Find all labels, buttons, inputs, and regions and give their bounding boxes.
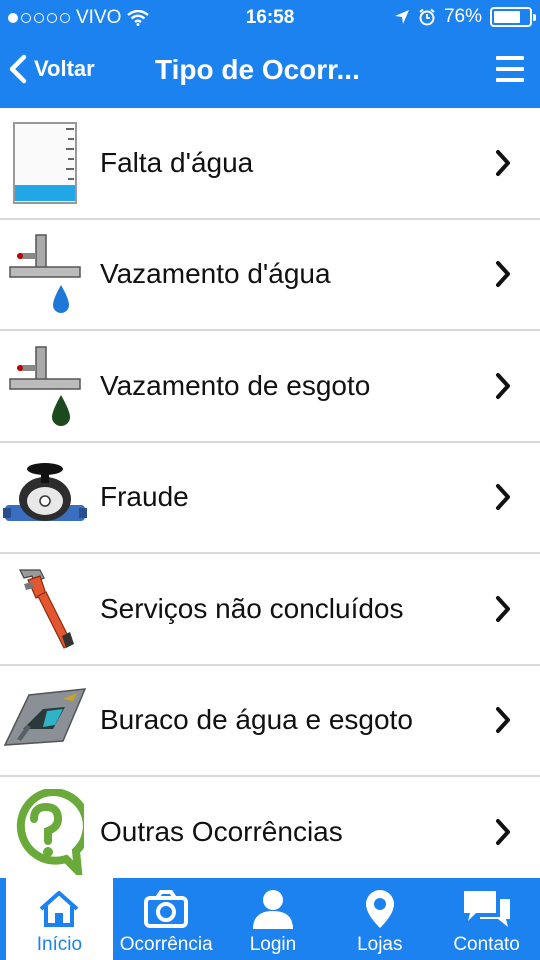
location-pin-icon (365, 890, 394, 928)
occurrence-type-list: Falta d'água Vazamento d'água Vazamento … (0, 108, 540, 878)
list-item-label: Outras Ocorrências (100, 815, 343, 847)
page-title: Tipo de Ocorr... (155, 54, 360, 85)
tab-label: Início (36, 934, 83, 955)
road-hole-icon (0, 665, 90, 776)
alarm-clock-icon (419, 8, 435, 26)
status-right: 76% (394, 6, 536, 28)
list-item-label: Serviços não concluídos (100, 592, 404, 624)
user-icon (252, 890, 293, 929)
tab-label: Lojas (357, 934, 403, 955)
list-item-vazamento-de-esgoto[interactable]: Vazamento de esgoto (0, 331, 540, 443)
hamburger-line (496, 78, 524, 82)
header: VIVO 16:58 76% Voltar Tipo de Ocorr... (0, 0, 540, 108)
chevron-right-icon (496, 149, 510, 176)
chevron-right-icon (496, 484, 510, 511)
back-label: Voltar (34, 56, 95, 81)
pipe-wrench-icon (0, 553, 90, 664)
tab-inicio[interactable]: Início (6, 878, 113, 960)
list-item-servicos-nao-concluidos[interactable]: Serviços não concluídos (0, 554, 540, 666)
chevron-left-icon (9, 54, 27, 84)
chevron-right-icon (496, 261, 510, 288)
back-button[interactable]: Voltar (8, 54, 95, 84)
tab-ocorrencia[interactable]: Ocorrência (113, 878, 220, 960)
list-item-falta-dagua[interactable]: Falta d'água (0, 108, 540, 220)
chevron-right-icon (496, 372, 510, 399)
tab-bar: Início Ocorrência Login Lojas Contato (0, 878, 540, 960)
pipe-sewage-leak-icon (0, 330, 90, 441)
chevron-right-icon (496, 595, 510, 622)
list-item-outras-ocorrencias[interactable]: Outras Ocorrências (0, 777, 540, 878)
chevron-right-icon (496, 818, 510, 845)
list-item-label: Vazamento d'água (100, 258, 331, 290)
list-item-vazamento-dagua[interactable]: Vazamento d'água (0, 219, 540, 331)
list-item-label: Falta d'água (100, 146, 254, 178)
menu-button[interactable] (496, 56, 524, 82)
camera-icon (144, 890, 189, 928)
water-tank-icon (0, 108, 90, 218)
battery-percent: 76% (443, 6, 482, 27)
home-icon (40, 891, 79, 927)
navigation-bar: Voltar Tipo de Ocorr... (0, 36, 540, 108)
location-arrow-icon (394, 10, 409, 24)
hamburger-line (496, 56, 524, 60)
pipe-water-leak-icon (0, 219, 90, 330)
status-bar: VIVO 16:58 76% (0, 0, 540, 36)
water-meter-icon (0, 442, 90, 553)
battery-icon (490, 7, 536, 27)
list-item-fraude[interactable]: Fraude (0, 442, 540, 554)
tab-label: Contato (453, 934, 520, 955)
chevron-right-icon (496, 707, 510, 734)
tab-lojas[interactable]: Lojas (326, 878, 433, 960)
tab-login[interactable]: Login (220, 878, 327, 960)
list-item-label: Fraude (100, 481, 189, 513)
tab-label: Ocorrência (119, 934, 213, 955)
hamburger-line (496, 67, 524, 71)
tab-label: Login (249, 934, 297, 955)
list-item-label: Buraco de água e esgoto (100, 704, 413, 736)
list-item-buraco[interactable]: Buraco de água e esgoto (0, 665, 540, 777)
question-mark-icon (0, 776, 90, 878)
chat-bubbles-icon (463, 891, 510, 927)
list-item-label: Vazamento de esgoto (100, 369, 371, 401)
tab-contato[interactable]: Contato (433, 878, 540, 960)
